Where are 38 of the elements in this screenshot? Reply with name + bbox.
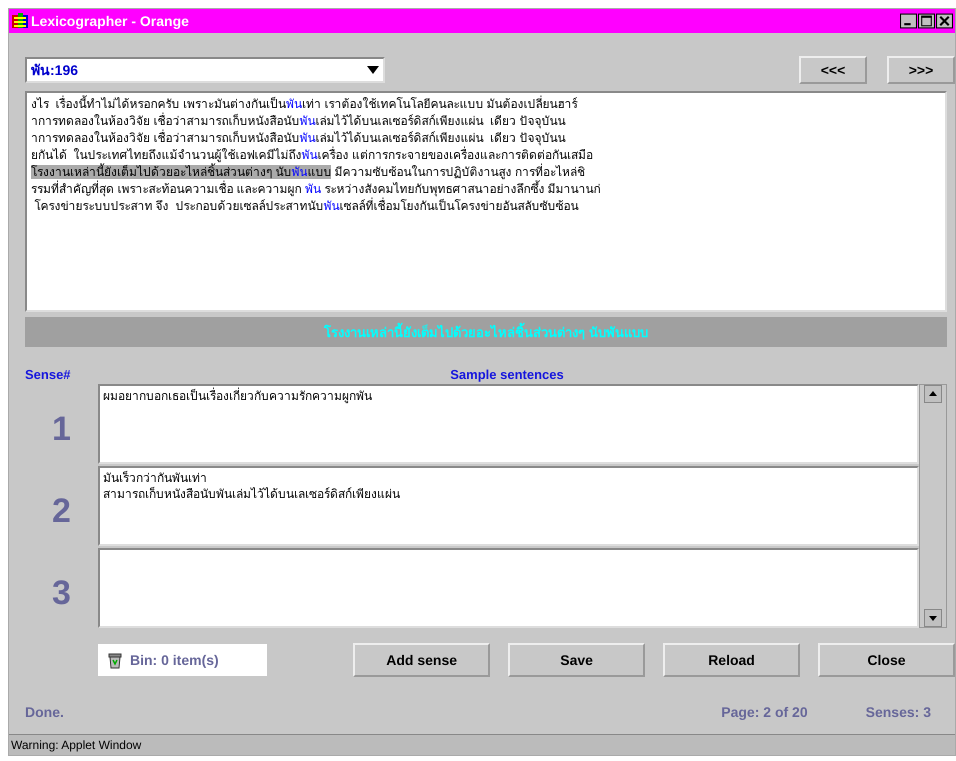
maximize-icon[interactable] xyxy=(918,13,935,29)
minimize-icon[interactable] xyxy=(900,13,917,29)
window-title: Lexicographer - Orange xyxy=(31,13,190,29)
concordance-line[interactable]: าการทดลองในห้องวิจัย เชื่อว่าสามารถเก็บหนังสือนับพันเล่มไว้ได้บนเลเซอร์ดิสก์เพียงแผ่น เดียว ปัจจุบันน xyxy=(31,130,941,147)
sense-number: 2 xyxy=(51,490,72,532)
scrollbar[interactable] xyxy=(919,384,947,628)
concordance-line[interactable]: โรงงานเหล่านี้ยังเต็มไปด้วยอะไหล่ชิ้นส่วนต่างๆ นับพันแบบ มีความซับซ้อนในการปฏิบัติงานสูง การที่อะไหล่ชิ xyxy=(31,164,941,181)
dropdown-arrow-icon[interactable] xyxy=(367,66,379,74)
concordance-line[interactable]: าการทดลองในห้องวิจัย เชื่อว่าสามารถเก็บหนังสือนับพันเล่มไว้ได้บนเลเซอร์ดิสก์เพียงแผ่น เดียว ปัจจุบันน xyxy=(31,113,941,130)
sample-sentence: มันเร็วกว่ากันพันเท่า xyxy=(103,470,208,486)
sample-sentence: ผมอยากบอกเธอเป็นเรื่องเกี่ยวกับความรักความผูกพัน xyxy=(103,388,373,404)
page-indicator: Page: 2 of 20 xyxy=(721,704,808,720)
concordance-line[interactable]: โครงข่ายระบบประสาท จึง ประกอบด้วยเซลล์ประสาทนับพันเซลล์ที่เชื่อมโยงกันเป็นโครงข่ายอันสลับซับซ้อน xyxy=(31,198,941,215)
column-header: Sample sentences xyxy=(449,367,565,382)
selected-sentence: โรงงานเหล่านี้ยังเต็มไปด้วยอะไหล่ชิ้นส่วนต่างๆ นับพันแบบ xyxy=(324,322,648,342)
bin-indicator[interactable]: Bin: 0 item(s) xyxy=(98,644,268,676)
word-dropdown[interactable]: พัน:196 xyxy=(25,57,385,83)
sense-number: 3 xyxy=(51,572,72,614)
concordance-line[interactable]: งไร เรื่องนี้ทำไม่ได้หรอกครับ เพราะมันต่างกันเป็นพันเท่า เราต้องใช้เทคโนโลยีคนละแบบ มันต้องเปลี่ยนฮาร์ xyxy=(31,96,941,113)
sense-number: 1 xyxy=(51,408,72,450)
action-button[interactable]: Close xyxy=(818,643,955,677)
concordance-line[interactable]: รรมที่สำคัญที่สุด เพราะสะท้อนความเชื่อ และความผูก พัน ระหว่างสังคมไทยกับพุทธศาสนาอย่างลึกซึ้ง มีมานานก่ xyxy=(31,181,941,198)
sentence-box[interactable]: มันเร็วกว่ากันพันเท่า สามารถเก็บหนังสือนับพันเล่มไว้ได้บนเลเซอร์ดิสก์เพียงแผ่น xyxy=(98,466,919,546)
sentence-box[interactable]: ผมอยากบอกเธอเป็นเรื่องเกี่ยวกับความรักความผูกพัน xyxy=(98,384,919,464)
sample-sentence: สามารถเก็บหนังสือนับพันเล่มไว้ได้บนเลเซอร์ดิสก์เพียงแผ่น xyxy=(103,486,401,502)
warning-bar: Warning: Applet Window xyxy=(9,734,955,755)
previous-button[interactable]: <<< xyxy=(799,56,867,84)
action-button[interactable]: Add sense xyxy=(353,643,490,677)
concordance-line[interactable]: ยกันได้ ในประเทศไทยถึงแม้จำนวนผู้ใช้เอฟเคมีไม่ถึงพันเครื่อง แต่การกระจายของเครื่องและการติดต่อกันเสมือ xyxy=(31,147,941,164)
trash-icon xyxy=(108,652,122,668)
action-button[interactable]: Reload xyxy=(663,643,800,677)
action-button[interactable]: Save xyxy=(508,643,646,677)
next-button[interactable]: >>> xyxy=(887,56,955,84)
close-icon[interactable] xyxy=(936,13,953,29)
app-icon xyxy=(11,12,29,30)
status-message: Done. xyxy=(25,704,65,720)
senses-count: Senses: 3 xyxy=(866,704,931,720)
column-header: Sense# xyxy=(25,367,72,382)
